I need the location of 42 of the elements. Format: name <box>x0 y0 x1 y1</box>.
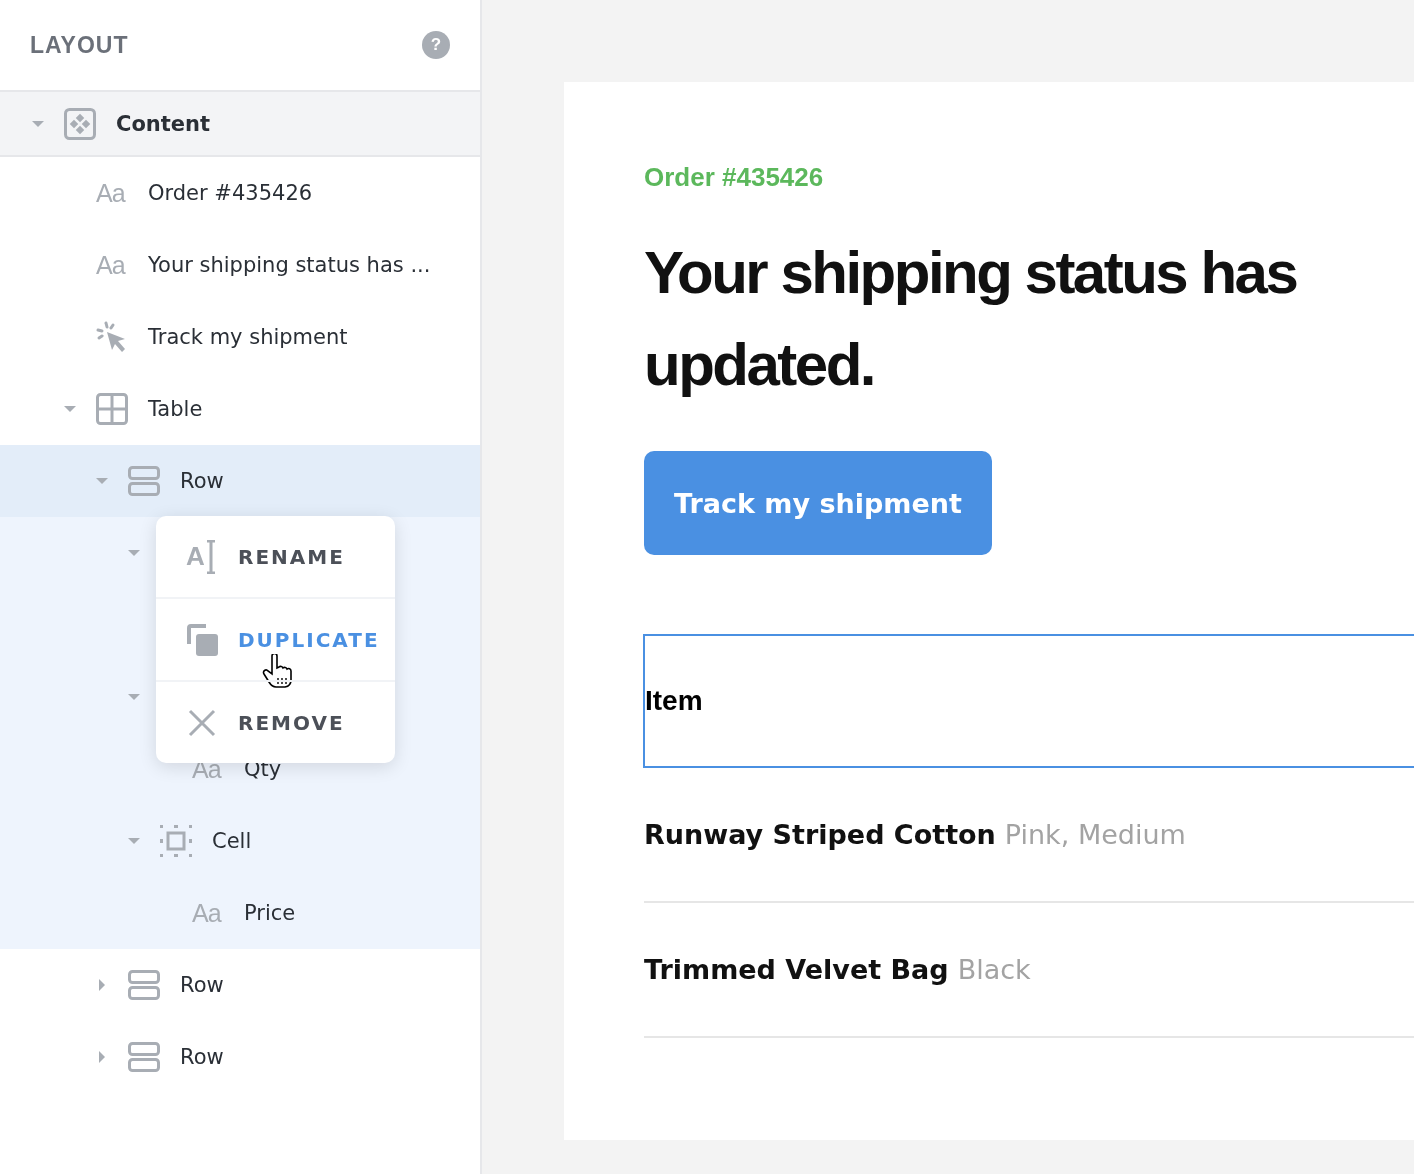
table-icon <box>96 393 128 425</box>
tree-item-label[interactable]: Price <box>244 901 296 925</box>
tree-item-label[interactable]: Your shipping status has ... <box>148 253 431 277</box>
item-variant: Black <box>957 954 1031 985</box>
text-type-icon: Aa <box>96 180 125 206</box>
tree-item-label[interactable]: Row <box>180 973 224 997</box>
menu-item[interactable]: REMOVE <box>156 680 395 763</box>
item-name: Runway Striped Cotton <box>644 819 996 850</box>
menu-item[interactable]: A RENAME <box>156 516 395 597</box>
tree-item-label[interactable]: Row <box>180 1045 224 1069</box>
cursor-click-icon <box>96 321 128 353</box>
item-variant: Pink, Medium <box>1004 819 1186 850</box>
order-number: Order #435426 <box>644 162 825 193</box>
rows-icon <box>128 969 160 1001</box>
text-type-icon: Aa <box>96 252 125 278</box>
text-type-icon: Aa <box>192 900 221 926</box>
component-icon <box>64 107 96 140</box>
tree-item-label[interactable]: Cell <box>212 829 252 853</box>
panel-title: LAYOUT <box>30 31 129 59</box>
tree-item-label[interactable]: Content <box>116 111 211 136</box>
tree-row[interactable]: Row <box>0 1021 480 1093</box>
caret-down-icon[interactable] <box>128 691 140 703</box>
tree-item-label[interactable]: Table <box>148 397 203 421</box>
caret-down-icon[interactable] <box>128 835 140 847</box>
cell-icon <box>160 825 192 857</box>
email-heading: Your shipping status has updated. <box>644 238 1298 400</box>
tree-item-label[interactable]: Track my shipment <box>148 325 348 349</box>
tree-row[interactable]: Row <box>0 445 480 517</box>
item-name: Trimmed Velvet Bag <box>644 954 949 985</box>
tree-row[interactable]: Row <box>0 949 480 1021</box>
caret-down-icon[interactable] <box>64 403 76 415</box>
rows-icon <box>128 465 160 497</box>
tree-item-label[interactable]: Row <box>180 469 224 493</box>
hand-cursor-icon <box>262 654 294 688</box>
column-header: Item <box>645 685 703 717</box>
caret-down-icon[interactable] <box>128 547 140 559</box>
tree-item-label[interactable]: Order #435426 <box>148 181 313 205</box>
rows-icon <box>128 1041 160 1073</box>
caret-down-icon[interactable] <box>96 475 108 487</box>
copy-icon <box>186 623 218 656</box>
caret-right-icon[interactable] <box>96 1051 108 1063</box>
caret-right-icon[interactable] <box>96 979 108 991</box>
